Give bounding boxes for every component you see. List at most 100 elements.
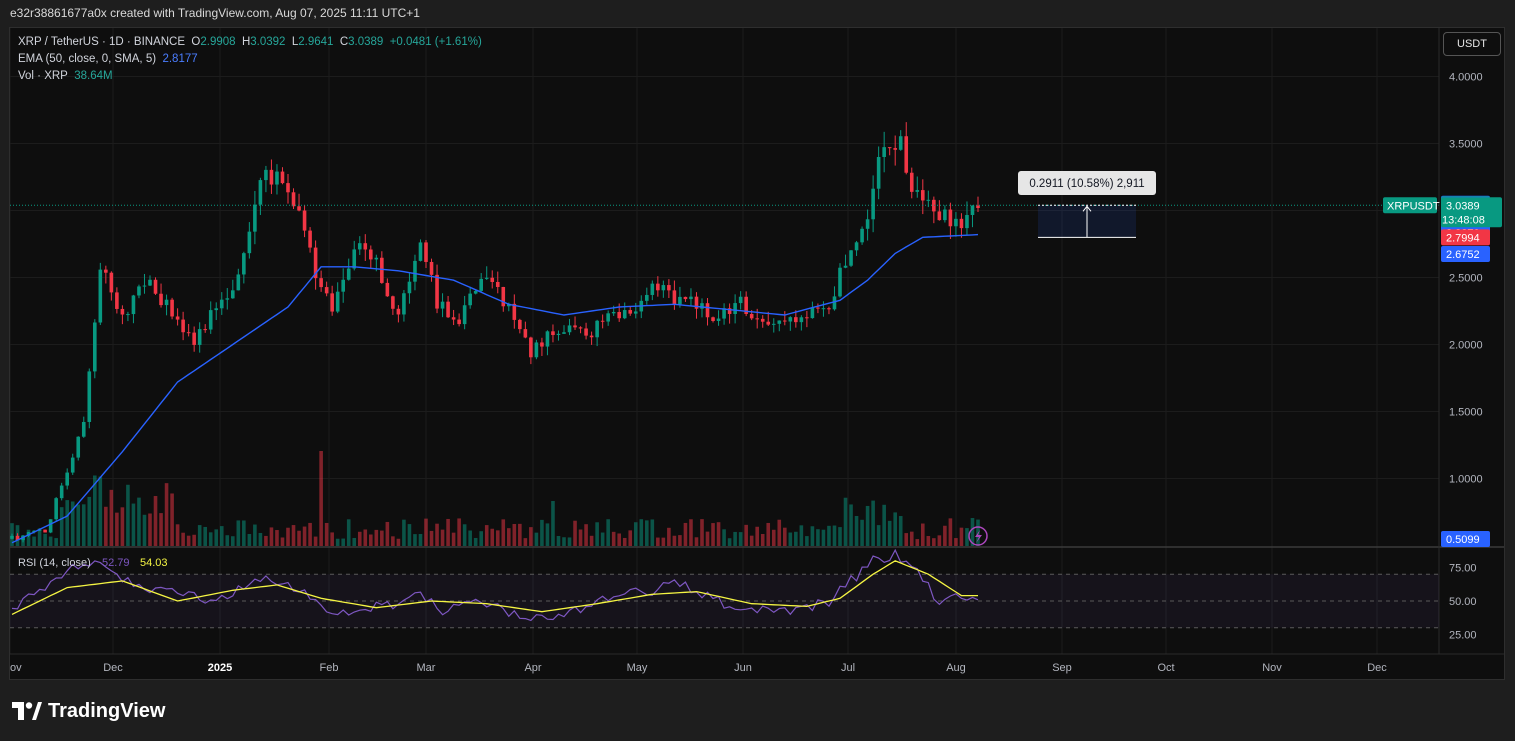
- volume-bar: [937, 535, 942, 546]
- volume-bar: [308, 522, 312, 546]
- volume-bar: [788, 532, 793, 546]
- time-tick-label: Aug: [946, 662, 966, 674]
- volume-bar: [738, 532, 743, 546]
- rsi-tick-label: 50.00: [1449, 596, 1477, 608]
- volume-bar: [777, 519, 782, 546]
- volume-bar: [319, 451, 323, 546]
- candle-body: [219, 299, 224, 309]
- volume-bar: [611, 531, 616, 546]
- change-value: +0.0481 (+1.61%): [389, 36, 482, 48]
- gridlines: [10, 28, 1439, 654]
- volume-bar: [484, 525, 489, 546]
- candle-body: [159, 293, 163, 306]
- volume-bar: [645, 520, 649, 546]
- candle-body: [402, 293, 406, 315]
- brand-name: TradingView: [48, 699, 166, 722]
- candle-body: [788, 317, 793, 322]
- volume-bar: [512, 523, 517, 546]
- candle-body: [407, 281, 412, 294]
- candle-body: [424, 242, 428, 262]
- candle-body: [357, 243, 362, 250]
- volume-bar: [766, 522, 771, 546]
- candle-body: [876, 156, 881, 189]
- symbol-name: XRP / TetherUS · 1D · BINANCE: [18, 36, 186, 48]
- volume-bar: [805, 536, 809, 546]
- candle-body: [976, 205, 980, 209]
- volume-bar: [595, 522, 599, 546]
- symbol-legend[interactable]: XRP / TetherUS · 1D · BINANCE O2.9908 H3…: [18, 36, 482, 48]
- price-chart[interactable]: 0.2911 (10.58%) 2,911 RSI (14, close) 52.7…: [10, 28, 1504, 679]
- candle-body: [468, 293, 472, 306]
- candle-body: [440, 301, 445, 309]
- candle-body: [893, 148, 897, 150]
- candle-body: [341, 279, 345, 292]
- volume-bar: [473, 537, 478, 546]
- currency-button[interactable]: USDT: [1443, 32, 1501, 56]
- candle-body: [556, 333, 561, 336]
- candle-body: [297, 206, 301, 211]
- volume-bar: [656, 537, 660, 546]
- candle-body: [965, 214, 969, 229]
- candle-body: [484, 277, 489, 279]
- volume-bar: [711, 523, 715, 546]
- volume-bar: [700, 519, 704, 546]
- volume-bar: [159, 513, 163, 546]
- candle-body: [915, 190, 920, 192]
- volume-bar: [898, 516, 903, 546]
- volume-bar: [203, 526, 207, 546]
- volume-bar: [965, 528, 969, 546]
- candle-body: [562, 332, 566, 334]
- ema-legend[interactable]: EMA (50, close, 0, SMA, 5) 2.8177: [18, 53, 198, 65]
- volume-bar: [639, 519, 644, 546]
- candle-body: [711, 317, 715, 321]
- candle-body: [175, 316, 180, 320]
- candle-body: [109, 272, 114, 293]
- volume-bar: [821, 529, 826, 546]
- candle-body: [335, 291, 340, 312]
- volume-value: 38.64M: [74, 70, 113, 82]
- candle-body: [59, 485, 64, 499]
- candle-body: [705, 303, 710, 318]
- volume-bar: [186, 535, 191, 546]
- volume-bar: [650, 519, 655, 546]
- volume-bar: [760, 533, 765, 546]
- candle-body: [755, 318, 759, 320]
- candle-body: [181, 319, 185, 333]
- tradingview-logo[interactable]: TradingView: [12, 700, 165, 722]
- candle-body: [385, 282, 390, 297]
- candle-body: [435, 274, 439, 309]
- volume-bar: [794, 531, 798, 546]
- volume-bar: [540, 519, 544, 546]
- candle-body: [81, 421, 86, 437]
- candle-body: [120, 308, 125, 315]
- candle-body: [280, 171, 285, 184]
- volume-bar: [380, 530, 384, 546]
- volume-bar: [214, 529, 219, 546]
- open-value: 2.9908: [200, 36, 236, 48]
- candle-body: [771, 323, 776, 325]
- candle-body: [192, 332, 196, 345]
- volume-bar: [882, 504, 886, 546]
- price-badge: 2.7994: [1441, 229, 1490, 246]
- volume-bar: [269, 527, 274, 546]
- volume-bar: [424, 518, 428, 546]
- volume-bar: [275, 530, 279, 546]
- volume-bar: [551, 501, 555, 546]
- candle-body: [650, 283, 655, 295]
- volume-bar: [904, 533, 909, 546]
- candle-body: [622, 310, 627, 319]
- volume-bar: [385, 521, 390, 546]
- volume-bar: [749, 535, 754, 546]
- volume-bar: [501, 519, 506, 546]
- volume-bar: [280, 537, 285, 546]
- candle-body: [518, 319, 522, 330]
- candle-body: [10, 535, 14, 539]
- volume-legend[interactable]: Vol · XRP 38.64M: [18, 70, 113, 82]
- ema-value: 2.8177: [162, 53, 198, 65]
- volume-bar: [98, 476, 103, 546]
- candle-body: [363, 243, 368, 250]
- candle-body: [683, 296, 688, 300]
- candle-body: [231, 290, 235, 299]
- candle-body: [578, 327, 583, 329]
- volume-bar: [755, 526, 759, 546]
